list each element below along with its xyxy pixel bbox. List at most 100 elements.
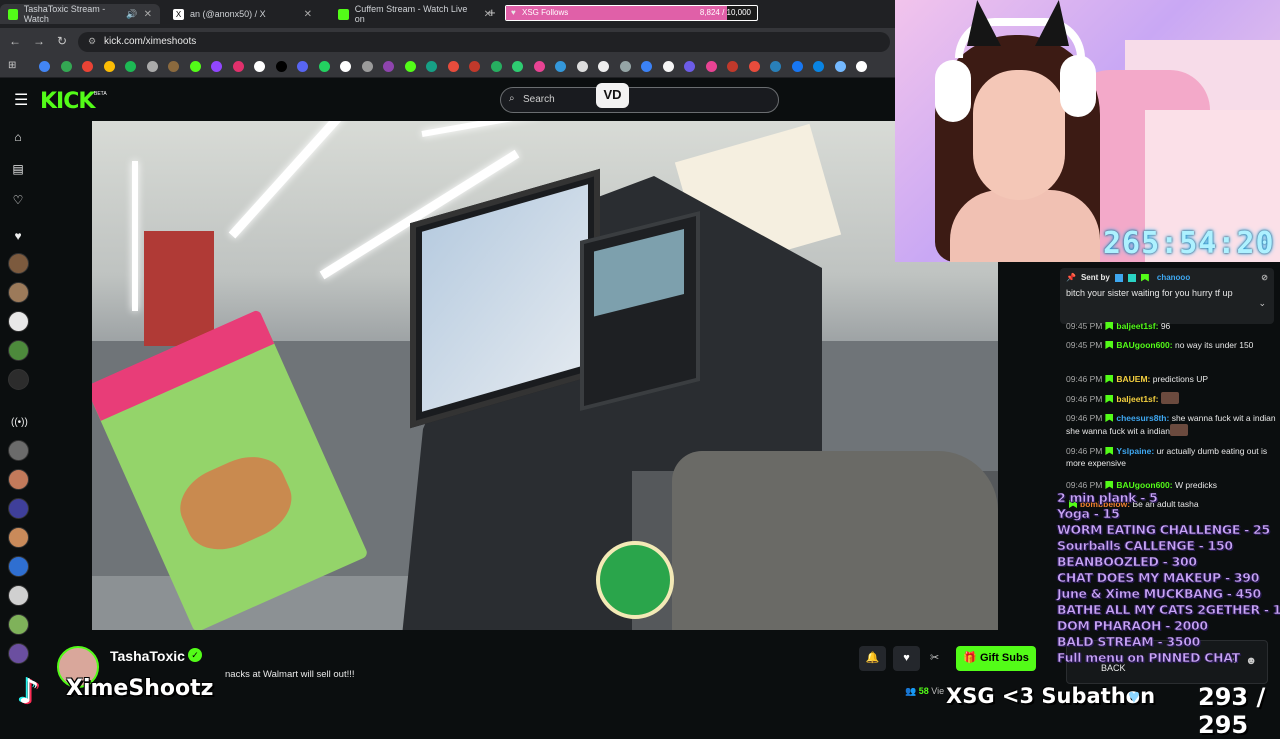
bookmark-icon[interactable] (469, 61, 480, 72)
following-heart-icon[interactable]: ♡ (11, 193, 25, 207)
forward-icon[interactable]: → (33, 34, 45, 48)
chat-message[interactable]: 09:45 PM BAUgoon600: no way its under 150 (1066, 339, 1276, 351)
chat-message[interactable]: 09:46 PM BAUEM: predictions UP (1066, 373, 1276, 385)
headphone-right (1060, 55, 1096, 117)
xsg-follows-value: 8,824 / 10,000 (699, 8, 751, 17)
reload-icon[interactable]: ↻ (57, 34, 67, 48)
chat-message[interactable]: 09:45 PM baljeet1sf: 96 (1066, 320, 1276, 332)
bookmark-icon[interactable] (684, 61, 695, 72)
bookmark-icon[interactable] (662, 61, 674, 72)
bookmark-icon[interactable] (576, 61, 588, 72)
bookmark-icon[interactable] (490, 61, 502, 72)
bookmark-icon[interactable] (60, 61, 72, 72)
tab-cuffem[interactable]: Cuffem Stream - Watch Live on ✕ (330, 4, 500, 24)
bookmark-icon[interactable] (426, 61, 437, 72)
bookmark-icon[interactable] (705, 61, 717, 72)
tab-x-profile[interactable]: X an (@anonx50) / X ✕ (165, 4, 320, 24)
back-icon[interactable]: ← (9, 34, 21, 48)
bookmark-icon[interactable] (770, 61, 781, 72)
bookmark-icon[interactable] (211, 61, 222, 72)
browse-icon[interactable]: ▤ (11, 162, 25, 176)
chat-message[interactable]: 09:46 PM baljeet1sf: (1066, 392, 1276, 405)
gift-subs-button[interactable]: 🎁 Gift Subs (956, 646, 1036, 671)
chat-message[interactable]: 09:46 PM cheesurs8th: she wanna fuck wit … (1066, 412, 1276, 437)
recommended-channel-avatar[interactable] (8, 498, 29, 519)
bookmark-icon[interactable] (318, 61, 330, 72)
kick-logo[interactable]: KICK (40, 89, 95, 114)
pinned-username[interactable]: chanooo (1157, 273, 1190, 282)
recommended-channel-avatar[interactable] (8, 469, 29, 490)
recommended-channel-avatar[interactable] (8, 440, 29, 461)
search-input[interactable]: ⌕ Search (500, 87, 779, 113)
chevron-down-icon[interactable]: ⌄ (1258, 298, 1266, 309)
bookmark-icon[interactable] (856, 61, 867, 72)
new-tab-button[interactable]: + (488, 5, 496, 20)
tab-audio-icon[interactable]: 🔊 (126, 9, 137, 20)
bookmark-icon[interactable] (189, 61, 201, 72)
pinned-message[interactable]: 📌 Sent by chanooo ⊘ bitch your sister wa… (1060, 268, 1274, 324)
bookmark-icon[interactable] (555, 61, 566, 72)
followed-channel-avatar[interactable] (8, 369, 29, 390)
bookmark-icon[interactable] (146, 61, 158, 72)
tab-tashatoxic[interactable]: TashaToxic Stream - Watch 🔊 ✕ (0, 4, 160, 24)
bookmark-icon[interactable] (619, 61, 631, 72)
bookmark-icon[interactable] (82, 61, 93, 72)
chat-username[interactable]: baljeet1sf: (1116, 321, 1158, 331)
bookmark-icon[interactable] (447, 61, 459, 72)
followed-channel-avatar[interactable] (8, 340, 29, 361)
bookmark-icon[interactable] (168, 61, 179, 72)
search-icon: ⌕ (509, 93, 515, 104)
follow-heart-button[interactable]: ♥ (893, 646, 920, 671)
bookmark-icon[interactable] (748, 61, 760, 72)
bookmark-icon[interactable] (791, 61, 803, 72)
bookmark-icon[interactable] (297, 61, 308, 72)
followed-channel-avatar[interactable] (8, 253, 29, 274)
url-input[interactable]: ⚙ kick.com/ximeshoots (78, 32, 890, 52)
notification-bell-icon[interactable]: 🔔 (859, 646, 886, 671)
bookmark-icon[interactable] (383, 61, 394, 72)
close-tab-icon[interactable]: ✕ (304, 9, 320, 20)
chat-username[interactable]: BAUgoon600: (1116, 340, 1172, 350)
site-info-icon[interactable]: ⚙ (88, 36, 96, 47)
recommended-channel-avatar[interactable] (8, 585, 29, 606)
menu-hamburger-icon[interactable]: ☰ (14, 90, 28, 110)
followed-channel-avatar[interactable] (8, 282, 29, 303)
vd-extension-badge[interactable]: VD (596, 83, 629, 108)
chat-username[interactable]: Yslpaine: (1116, 446, 1154, 456)
chat-username[interactable]: BAUEM: (1116, 374, 1150, 384)
tiktok-handle: XimeShootz (66, 676, 214, 701)
unpin-icon[interactable]: ⊘ (1261, 273, 1268, 282)
bookmark-icon[interactable] (125, 61, 136, 72)
clip-icon[interactable]: ✂ (930, 651, 939, 664)
bookmark-icon[interactable] (340, 61, 351, 72)
bookmark-icon[interactable] (103, 61, 115, 72)
chat-message[interactable]: 09:46 PM Yslpaine: ur actually dumb eatin… (1066, 445, 1276, 469)
bookmark-icon[interactable] (275, 61, 287, 72)
bookmark-icon[interactable] (727, 61, 738, 72)
bookmark-icon[interactable] (813, 61, 824, 72)
recommended-channel-avatar[interactable] (8, 527, 29, 548)
tab-label: Cuffem Stream - Watch Live on (354, 4, 468, 24)
recommended-channel-avatar[interactable] (8, 643, 29, 664)
bookmark-icon[interactable] (512, 61, 523, 72)
chat-username[interactable]: cheesurs8th: (1116, 413, 1169, 423)
apps-grid-icon[interactable]: ⊞ (8, 60, 16, 71)
recommended-channel-avatar[interactable] (8, 556, 29, 577)
followed-channel-avatar[interactable] (8, 311, 29, 332)
bookmark-icon[interactable] (598, 61, 609, 72)
bookmark-icon[interactable] (404, 61, 416, 72)
close-tab-icon[interactable]: ✕ (144, 9, 160, 20)
bookmark-icon[interactable] (533, 61, 545, 72)
bookmark-icon[interactable] (641, 61, 652, 72)
bookmark-icon[interactable] (834, 61, 846, 72)
bookmark-icon[interactable] (254, 61, 265, 72)
chat-username[interactable]: baljeet1sf: (1116, 394, 1158, 404)
bookmark-icon[interactable] (232, 61, 244, 72)
recommended-channel-avatar[interactable] (8, 614, 29, 635)
streamer-name[interactable]: TashaToxic (110, 648, 185, 664)
bookmark-icon[interactable] (39, 61, 50, 72)
chat-username[interactable]: BAUgoon600: (1116, 480, 1172, 490)
bookmark-icon[interactable] (361, 61, 373, 72)
home-icon[interactable]: ⌂ (11, 130, 25, 144)
video-player[interactable] (92, 121, 998, 630)
